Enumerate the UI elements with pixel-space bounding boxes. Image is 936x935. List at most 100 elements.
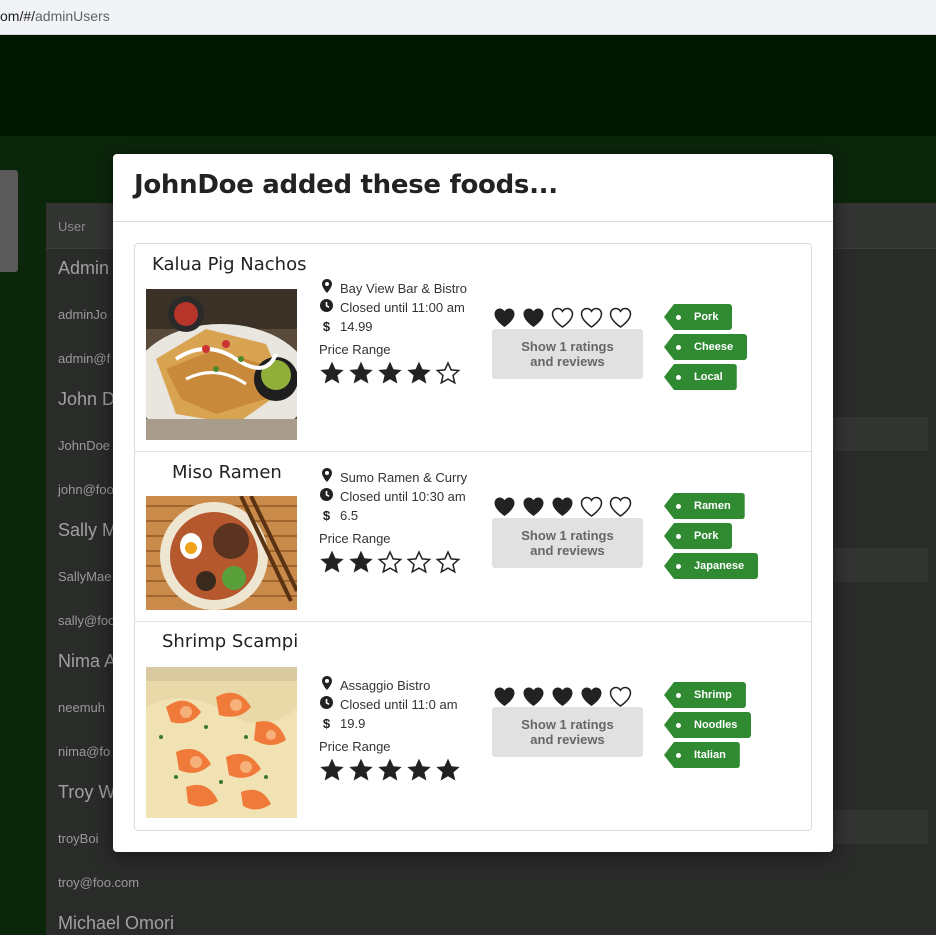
tag-noodles[interactable]: Noodles xyxy=(664,712,752,738)
food-item: Shrimp Scampi Assaggio Bistro Closed unt… xyxy=(135,621,811,830)
heart-filled-icon[interactable] xyxy=(521,495,546,518)
heart-filled-icon[interactable] xyxy=(550,495,575,518)
dollar-icon: $ xyxy=(322,508,331,523)
hours-line: Closed until 11:00 am xyxy=(319,298,479,317)
star-filled-icon xyxy=(319,360,345,386)
hours-line: Closed until 11:0 am xyxy=(319,695,479,714)
dollar-icon: $ xyxy=(322,716,331,731)
user-detail-cell: adminJo xyxy=(58,307,108,322)
restaurant-name: Bay View Bar & Bistro xyxy=(340,281,467,296)
hours-line: Closed until 10:30 am xyxy=(319,487,479,506)
star-filled-icon xyxy=(406,360,432,386)
food-item: Miso Ramen Sumo Ramen & Curry Closed unt… xyxy=(135,451,811,622)
browser-url-bar[interactable]: om/#/adminUsers xyxy=(0,0,936,35)
price-range-label: Price Range xyxy=(319,739,391,754)
rating-hearts[interactable] xyxy=(492,306,633,329)
price-range-stars xyxy=(319,549,479,575)
food-list: Kalua Pig Nachos Bay View Bar & Bistro C… xyxy=(134,243,812,831)
user-name-cell: Troy W xyxy=(58,782,116,802)
heart-empty-icon[interactable] xyxy=(608,306,633,329)
food-image-nachos xyxy=(146,289,297,440)
food-name: Shrimp Scampi xyxy=(162,631,299,652)
restaurant-line: Sumo Ramen & Curry xyxy=(319,468,479,487)
heart-empty-icon[interactable] xyxy=(550,306,575,329)
price-range-stars xyxy=(319,360,479,386)
dollar-icon: $ xyxy=(322,319,331,334)
heart-empty-icon[interactable] xyxy=(579,495,604,518)
rating-hearts[interactable] xyxy=(492,685,633,708)
hours-text: Closed until 11:0 am xyxy=(340,697,458,712)
clock-icon xyxy=(319,487,334,506)
user-detail-cell: troyBoi xyxy=(58,831,99,846)
star-filled-icon xyxy=(377,360,403,386)
side-button[interactable] xyxy=(0,170,18,272)
clock-icon xyxy=(319,298,334,317)
column-user: User xyxy=(58,219,86,234)
food-name: Miso Ramen xyxy=(172,462,282,483)
rating-hearts[interactable] xyxy=(492,495,633,518)
star-filled-icon xyxy=(348,360,374,386)
food-info: Assaggio Bistro Closed until 11:0 am $19… xyxy=(319,676,479,783)
heart-filled-icon[interactable] xyxy=(550,685,575,708)
heart-filled-icon[interactable] xyxy=(521,685,546,708)
price-range-stars xyxy=(319,757,479,783)
user-detail-cell: JohnDoe xyxy=(58,438,111,453)
show-reviews-button[interactable]: Show 1 ratings and reviews xyxy=(492,707,643,757)
star-filled-icon xyxy=(406,757,432,783)
heart-empty-icon[interactable] xyxy=(608,495,633,518)
restaurant-name: Assaggio Bistro xyxy=(340,678,431,693)
show-reviews-button[interactable]: Show 1 ratings and reviews xyxy=(492,329,643,379)
heart-filled-icon[interactable] xyxy=(521,306,546,329)
food-image-shrimp xyxy=(146,667,297,818)
food-info: Bay View Bar & Bistro Closed until 11:00… xyxy=(319,279,479,386)
heart-filled-icon[interactable] xyxy=(492,495,517,518)
star-empty-icon xyxy=(406,549,432,575)
star-empty-icon xyxy=(377,549,403,575)
food-name: Kalua Pig Nachos xyxy=(152,254,307,275)
heart-filled-icon[interactable] xyxy=(579,685,604,708)
heart-empty-icon[interactable] xyxy=(608,685,633,708)
tag-pork[interactable]: Pork xyxy=(664,304,733,330)
map-marker-icon xyxy=(319,279,334,298)
user-name-cell: John D xyxy=(58,389,116,409)
heart-filled-icon[interactable] xyxy=(492,685,517,708)
url-text[interactable]: om/#/adminUsers xyxy=(0,8,110,24)
star-empty-icon xyxy=(435,549,461,575)
price-range-label: Price Range xyxy=(319,342,391,357)
star-filled-icon xyxy=(348,757,374,783)
heart-filled-icon[interactable] xyxy=(492,306,517,329)
tag-italian[interactable]: Italian xyxy=(664,742,740,768)
user-detail-cell: nima@fo xyxy=(58,744,111,759)
tag-japanese[interactable]: Japanese xyxy=(664,553,759,579)
star-filled-icon xyxy=(377,757,403,783)
modal-title: JohnDoe added these foods... xyxy=(134,170,558,200)
tag-ramen[interactable]: Ramen xyxy=(664,493,745,519)
user-detail-cell: SallyMae xyxy=(58,569,112,584)
clock-icon xyxy=(319,695,334,714)
star-filled-icon xyxy=(319,549,345,575)
price-value: 6.5 xyxy=(340,508,359,523)
price-value: 14.99 xyxy=(340,319,373,334)
user-detail-cell: john@foo xyxy=(58,482,114,497)
heart-empty-icon[interactable] xyxy=(579,306,604,329)
price-line: $14.99 xyxy=(319,317,479,336)
map-marker-icon xyxy=(319,676,334,695)
modal-divider xyxy=(113,221,833,222)
show-reviews-button[interactable]: Show 1 ratings and reviews xyxy=(492,518,643,568)
price-value: 19.9 xyxy=(340,716,366,731)
price-line: $6.5 xyxy=(319,506,479,525)
hours-text: Closed until 10:30 am xyxy=(340,489,466,504)
restaurant-line: Bay View Bar & Bistro xyxy=(319,279,479,298)
show-reviews-label: Show 1 ratings and reviews xyxy=(521,717,614,747)
tag-cheese[interactable]: Cheese xyxy=(664,334,748,360)
food-info: Sumo Ramen & Curry Closed until 10:30 am… xyxy=(319,468,479,575)
user-detail-cell: sally@foo xyxy=(58,613,116,628)
page-header xyxy=(0,35,936,136)
food-tags: Shrimp Noodles Italian xyxy=(664,682,752,772)
map-marker-icon xyxy=(319,468,334,487)
tag-pork[interactable]: Pork xyxy=(664,523,733,549)
tag-shrimp[interactable]: Shrimp xyxy=(664,682,746,708)
user-foods-modal: JohnDoe added these foods... Kalua Pig N… xyxy=(113,154,833,852)
tag-local[interactable]: Local xyxy=(664,364,737,390)
star-filled-icon xyxy=(348,549,374,575)
